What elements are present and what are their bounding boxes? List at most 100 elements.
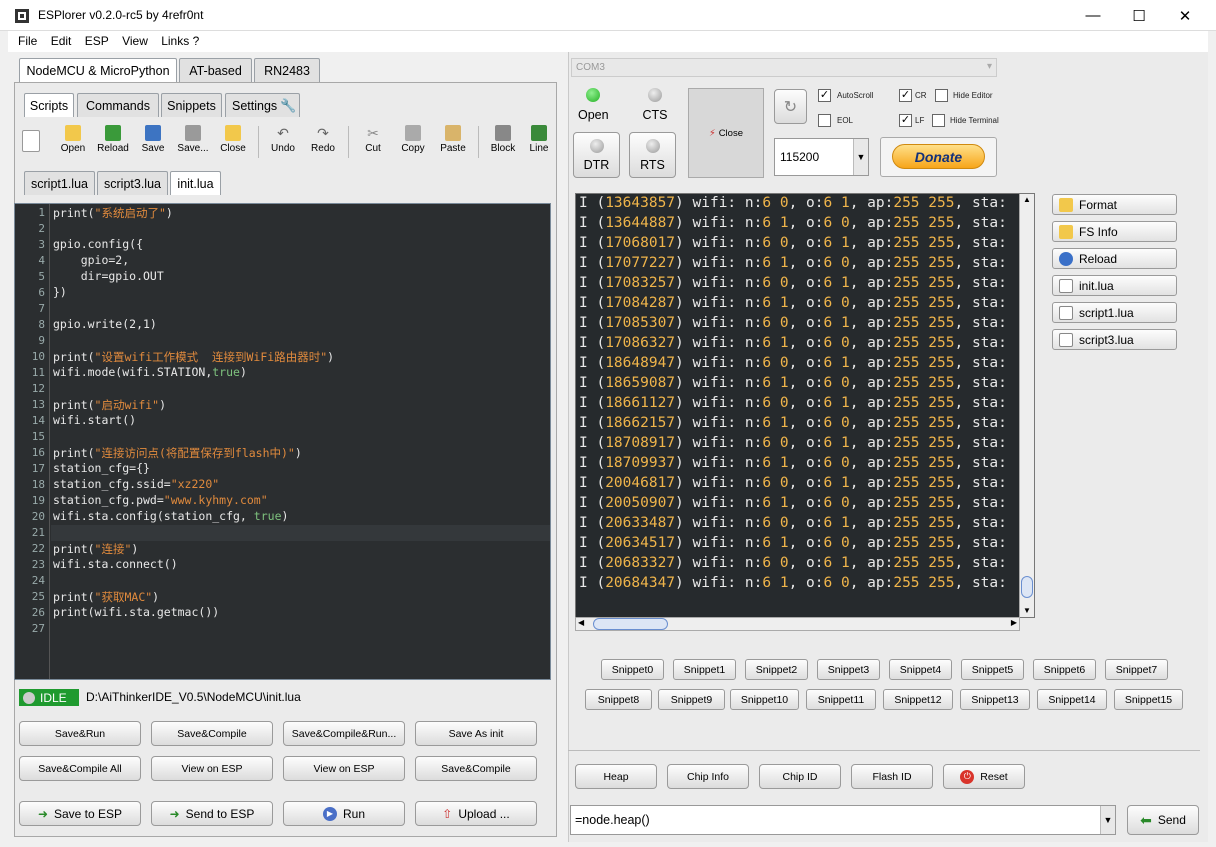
tab-rn2483[interactable]: RN2483 — [254, 58, 320, 82]
terminal-token: 255 — [928, 555, 955, 571]
heap-button[interactable]: Heap — [575, 764, 657, 789]
toolbar-block[interactable]: Block — [483, 125, 523, 161]
chip-info-button[interactable]: Chip Info — [667, 764, 749, 789]
snippet-10-button[interactable]: Snippet10 — [730, 689, 799, 710]
terminal-hscrollbar[interactable]: ◀ ▶ — [575, 617, 1020, 631]
toolbar-undo[interactable]: ↶ Undo — [263, 125, 303, 161]
snippet-5-button[interactable]: Snippet5 — [961, 659, 1024, 680]
donate-button[interactable]: Donate — [892, 144, 985, 169]
format-button[interactable]: Format — [1052, 194, 1177, 215]
send-to-esp-button[interactable]: ➜ Send to ESP — [151, 801, 273, 826]
hide-editor-checkbox[interactable] — [935, 89, 948, 102]
snippet-6-button[interactable]: Snippet6 — [1033, 659, 1096, 680]
save-compile-run-button[interactable]: Save&Compile&Run... — [283, 721, 405, 746]
toolbar-save-as[interactable]: Save... — [173, 125, 213, 161]
snippet-12-button[interactable]: Snippet12 — [883, 689, 953, 710]
snippet-9-button[interactable]: Snippet9 — [658, 689, 725, 710]
snippet-0-button[interactable]: Snippet0 — [601, 659, 664, 680]
reset-button[interactable]: ⏻ Reset — [943, 764, 1025, 789]
menu-links[interactable]: Links ? — [161, 34, 199, 48]
menu-edit[interactable]: Edit — [51, 34, 72, 48]
terminal-output[interactable]: I (13643857) wifi: n:6 0, o:6 1, ap:255 … — [575, 193, 1035, 618]
terminal-token: , sta: — [954, 355, 1007, 371]
close-port-button[interactable]: ⚡ Close — [688, 88, 764, 178]
file-tab-script1[interactable]: script1.lua — [24, 171, 95, 195]
open-label[interactable]: Open — [578, 108, 609, 122]
toolbar-paste[interactable]: Paste — [433, 125, 473, 161]
toolbar-cut[interactable]: ✂ Cut — [353, 125, 393, 161]
menu-esp[interactable]: ESP — [85, 34, 109, 48]
snippet-3-button[interactable]: Snippet3 — [817, 659, 880, 680]
port-select[interactable]: COM3 ▾ — [571, 58, 997, 77]
autoscroll-checkbox[interactable]: ✓ — [818, 89, 831, 102]
menu-view[interactable]: View — [122, 34, 148, 48]
toolbar-reload[interactable]: Reload — [93, 125, 133, 161]
toolbar-divider — [478, 126, 479, 158]
snippet-7-button[interactable]: Snippet7 — [1105, 659, 1168, 680]
file-tab-script3[interactable]: script3.lua — [97, 171, 168, 195]
terminal-vscroll-thumb[interactable] — [1021, 576, 1033, 598]
save-run-button[interactable]: Save&Run — [19, 721, 141, 746]
save-compile-all-button[interactable]: Save&Compile All — [19, 756, 141, 781]
flash-id-button[interactable]: Flash ID — [851, 764, 933, 789]
chevron-down-icon[interactable]: ▼ — [1100, 806, 1115, 834]
toolbar-line[interactable]: Line — [523, 125, 555, 161]
toolbar-open[interactable]: Open — [53, 125, 93, 161]
tab-commands[interactable]: Commands — [77, 93, 159, 117]
snippet-8-button[interactable]: Snippet8 — [585, 689, 652, 710]
lf-checkbox[interactable]: ✓ — [899, 114, 912, 127]
toolbar-save[interactable]: Save — [133, 125, 173, 161]
terminal-token: , sta: — [954, 335, 1007, 351]
save-as-init-button[interactable]: Save As init — [415, 721, 537, 746]
view-on-esp-button-2[interactable]: View on ESP — [283, 756, 405, 781]
toolbar-redo[interactable]: ↷ Redo — [303, 125, 343, 161]
hide-terminal-checkbox[interactable] — [932, 114, 945, 127]
snippet-15-button[interactable]: Snippet15 — [1114, 689, 1183, 710]
save-as-icon — [185, 125, 201, 141]
save-to-esp-button[interactable]: ➜ Save to ESP — [19, 801, 141, 826]
save-compile-button-2[interactable]: Save&Compile — [415, 756, 537, 781]
file-tab-init[interactable]: init.lua — [170, 171, 221, 195]
view-on-esp-button[interactable]: View on ESP — [151, 756, 273, 781]
snippet-14-button[interactable]: Snippet14 — [1037, 689, 1107, 710]
file-script1-lua[interactable]: script1.lua — [1052, 302, 1177, 323]
snippet-11-button[interactable]: Snippet11 — [806, 689, 876, 710]
minimize-button[interactable]: — — [1070, 0, 1116, 31]
cr-checkbox[interactable]: ✓ — [899, 89, 912, 102]
eol-checkbox[interactable] — [818, 114, 831, 127]
new-file-icon[interactable] — [22, 130, 40, 152]
maximize-button[interactable]: ☐ — [1116, 0, 1162, 31]
upload-button[interactable]: ⇧ Upload ... — [415, 801, 537, 826]
tab-snippets[interactable]: Snippets — [161, 93, 222, 117]
tab-scripts[interactable]: Scripts — [24, 93, 74, 117]
snippet-1-button[interactable]: Snippet1 — [673, 659, 736, 680]
snippet-13-button[interactable]: Snippet13 — [960, 689, 1030, 710]
close-window-button[interactable]: ✕ — [1162, 0, 1208, 31]
rts-button[interactable]: RTS — [629, 132, 676, 178]
save-compile-button[interactable]: Save&Compile — [151, 721, 273, 746]
snippet-4-button[interactable]: Snippet4 — [889, 659, 952, 680]
rts-led-icon — [645, 138, 660, 153]
tab-at-based[interactable]: AT-based — [179, 58, 252, 82]
fs-info-button[interactable]: FS Info — [1052, 221, 1177, 242]
toolbar-close[interactable]: Close — [213, 125, 253, 161]
file-init-lua[interactable]: init.lua — [1052, 275, 1177, 296]
tab-nodemcu[interactable]: NodeMCU & MicroPython — [19, 58, 177, 82]
terminal-vscrollbar[interactable]: ▲ ▼ — [1019, 194, 1034, 617]
dtr-button[interactable]: DTR — [573, 132, 620, 178]
command-input[interactable]: =node.heap() ▼ — [570, 805, 1116, 835]
send-button[interactable]: ⬅ Send — [1127, 805, 1199, 835]
code-editor[interactable]: 1 print("系统启动了") 2 3 gpio.config({4 gpio=2, 5… — [14, 203, 551, 680]
terminal-hscroll-thumb[interactable] — [593, 618, 668, 630]
file-script3-lua[interactable]: script3.lua — [1052, 329, 1177, 350]
refresh-icon[interactable]: ↻ — [774, 89, 807, 124]
baud-select[interactable]: 115200 ▼ — [774, 138, 869, 176]
toolbar-copy[interactable]: Copy — [393, 125, 433, 161]
tab-settings[interactable]: Settings 🔧 — [225, 93, 300, 117]
run-button[interactable]: ▶ Run — [283, 801, 405, 826]
snippet-2-button[interactable]: Snippet2 — [745, 659, 808, 680]
chip-id-button[interactable]: Chip ID — [759, 764, 841, 789]
reload-files-button[interactable]: Reload — [1052, 248, 1177, 269]
menu-file[interactable]: File — [18, 34, 37, 48]
